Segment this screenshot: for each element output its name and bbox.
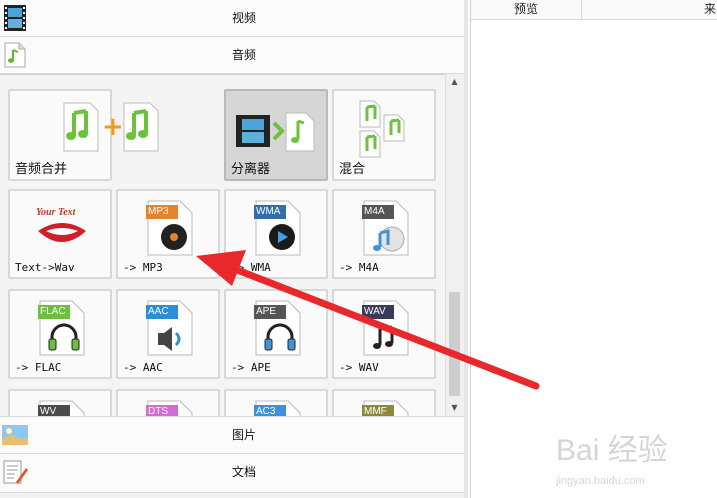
format-badge: AAC [148, 306, 169, 317]
format-text-to-wav[interactable]: Your Text Text->Wav [8, 189, 112, 279]
format-wma[interactable]: WMA -> WMA [224, 189, 328, 279]
column-preview[interactable]: 预览 [471, 0, 581, 19]
category-label: 视频 [231, 11, 256, 25]
column-source[interactable]: 来 [581, 0, 717, 19]
category-video[interactable]: 视频 [0, 0, 464, 37]
format-ac3[interactable]: AC3 [224, 389, 328, 417]
format-badge: WMA [256, 206, 281, 217]
format-label: -> MP3 [123, 261, 163, 274]
left-panel: 视频 音频 + 音频合并 分离器 混合 Your Text Text->Wav … [0, 0, 464, 498]
svg-text:Your Text: Your Text [36, 207, 77, 218]
tool-audio-join[interactable]: + 音频合并 [8, 89, 159, 181]
format-grid: + 音频合并 分离器 混合 Your Text Text->Wav MP3 ->… [0, 74, 445, 417]
tool-label: 分离器 [231, 162, 271, 177]
lips-speech-icon: Your Text [36, 207, 86, 242]
format-aac[interactable]: AAC -> AAC [116, 289, 220, 379]
category-label: 图片 [231, 428, 256, 442]
category-label: 音频 [231, 48, 256, 62]
format-dts[interactable]: DTS [116, 389, 220, 417]
format-wv[interactable]: WV [8, 389, 112, 417]
format-wav[interactable]: WAV -> WAV [332, 289, 436, 379]
format-mmf[interactable]: MMF [332, 389, 436, 417]
format-badge: MP3 [148, 206, 169, 217]
category-image[interactable]: 图片 [0, 416, 464, 454]
tool-label: 混合 [339, 162, 366, 177]
format-badge: FLAC [40, 306, 66, 317]
svg-text:Bai 经验: Bai 经验 [556, 434, 668, 467]
scroll-down-icon[interactable]: ▼ [446, 400, 463, 416]
format-label: -> AAC [123, 361, 163, 374]
music-mix-icon [359, 100, 405, 158]
panel-splitter[interactable] [464, 0, 468, 498]
format-ape[interactable]: APE -> APE [224, 289, 328, 379]
svg-text:jingyan.baidu.com: jingyan.baidu.com [555, 475, 645, 487]
format-badge: M4A [364, 206, 385, 217]
format-label: -> WMA [231, 261, 271, 274]
music-plus-music-icon: + [63, 102, 159, 152]
category-document[interactable]: 文档 [0, 454, 464, 493]
file-list-header: 预览 来 [471, 0, 717, 20]
format-m4a[interactable]: M4A -> M4A [332, 189, 436, 279]
format-label: -> FLAC [15, 361, 62, 374]
format-label: Text->Wav [15, 261, 75, 274]
format-flac[interactable]: FLAC -> FLAC [8, 289, 112, 379]
format-label: -> M4A [339, 261, 379, 274]
format-badge: WAV [364, 306, 386, 317]
category-audio[interactable]: 音频 [0, 37, 464, 74]
scroll-up-icon[interactable]: ▲ [446, 74, 463, 90]
format-label: -> WAV [339, 361, 379, 374]
grid-scrollbar[interactable]: ▲ ▼ [445, 74, 463, 416]
format-label: -> APE [231, 361, 271, 374]
film-to-audio-icon [236, 112, 315, 152]
category-label: 文档 [231, 465, 256, 479]
tool-label: 音频合并 [15, 162, 68, 177]
format-badge: APE [256, 306, 277, 317]
baidu-jingyan-watermark: Bai 经验 jingyan.baidu.com [555, 434, 668, 487]
format-mp3[interactable]: MP3 -> MP3 [116, 189, 220, 279]
svg-text:+: + [102, 112, 124, 142]
tool-mix[interactable]: 混合 [332, 89, 436, 181]
tool-splitter[interactable]: 分离器 [224, 89, 328, 181]
scroll-thumb[interactable] [449, 292, 460, 396]
